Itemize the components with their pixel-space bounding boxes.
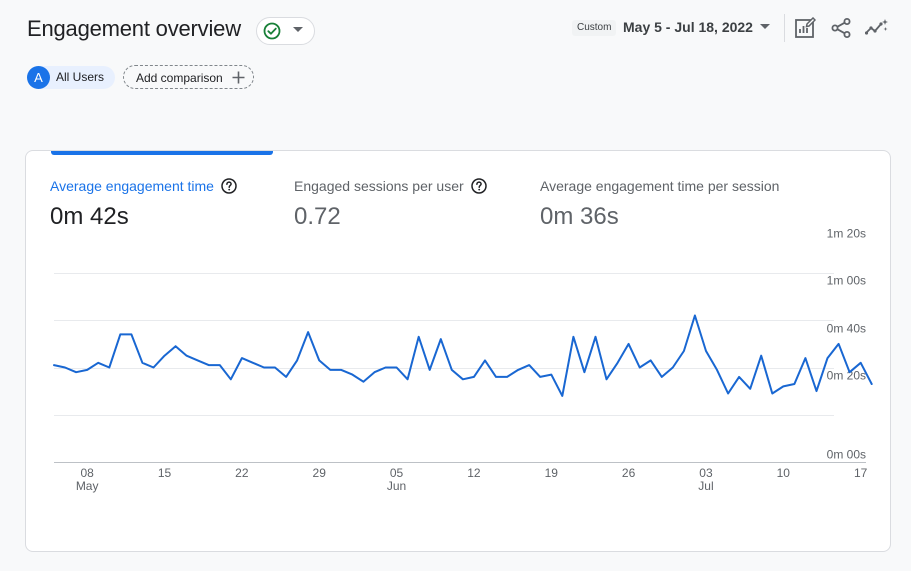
engagement-line-chart: 0m 00s 0m 20s 0m 40s 1m 00s 1m 20s 08May 15 22 2… xyxy=(53,227,873,493)
x-tick-label: 17 xyxy=(854,466,868,480)
add-comparison-label: Add comparison xyxy=(136,71,223,85)
x-tick-label: 15 xyxy=(158,466,172,480)
custom-range-chip: Custom xyxy=(572,20,617,36)
engagement-time-card: Average engagement time 0m 42s Engaged s… xyxy=(25,150,891,552)
customize-report-button[interactable] xyxy=(791,14,819,42)
insights-button[interactable] xyxy=(863,14,891,42)
x-tick-label: 10 xyxy=(777,466,791,480)
toolbar-divider xyxy=(784,14,785,42)
edit-report-icon xyxy=(795,17,816,38)
add-comparison-button[interactable]: Add comparison xyxy=(123,65,254,89)
x-tick-label: 12 xyxy=(467,466,481,480)
x-tick-label: 26 xyxy=(622,466,636,480)
series-line-average-engagement-time xyxy=(53,314,873,397)
date-caret-down-icon[interactable] xyxy=(760,24,770,30)
check-circle-icon xyxy=(263,22,281,40)
x-tick-label: 19 xyxy=(545,466,559,480)
x-tick-label: 29 xyxy=(313,466,327,480)
x-tick-label: 03 xyxy=(699,466,713,480)
insights-icon xyxy=(865,19,888,35)
page-title: Engagement overview xyxy=(27,16,241,41)
x-tick-label: 22 xyxy=(235,466,249,480)
y-tick-label: 1m 00s xyxy=(827,274,866,288)
x-tick-label: 08 xyxy=(80,466,94,480)
page-header: Engagement overview Custom May 5 - Jul 1… xyxy=(0,0,911,100)
report-status-dropdown[interactable] xyxy=(256,17,315,45)
caret-down-icon xyxy=(293,27,303,32)
audience-avatar: A xyxy=(27,66,50,89)
y-tick-label: 0m 20s xyxy=(827,369,866,383)
x-tick-month-label: Jun xyxy=(387,479,406,493)
y-tick-label: 0m 00s xyxy=(827,448,866,462)
share-button[interactable] xyxy=(827,14,855,42)
x-tick-month-label: Jul xyxy=(698,479,713,493)
audience-chip[interactable]: A All Users xyxy=(27,66,115,89)
share-icon xyxy=(831,18,851,38)
y-tick-label: 1m 20s xyxy=(827,227,866,241)
date-range-picker[interactable]: May 5 - Jul 18, 2022 xyxy=(623,19,753,35)
x-tick-month-label: May xyxy=(76,479,99,493)
audience-label: All Users xyxy=(56,70,105,84)
x-tick-label: 05 xyxy=(390,466,404,480)
y-tick-label: 0m 40s xyxy=(827,322,866,336)
plus-icon xyxy=(232,71,245,84)
